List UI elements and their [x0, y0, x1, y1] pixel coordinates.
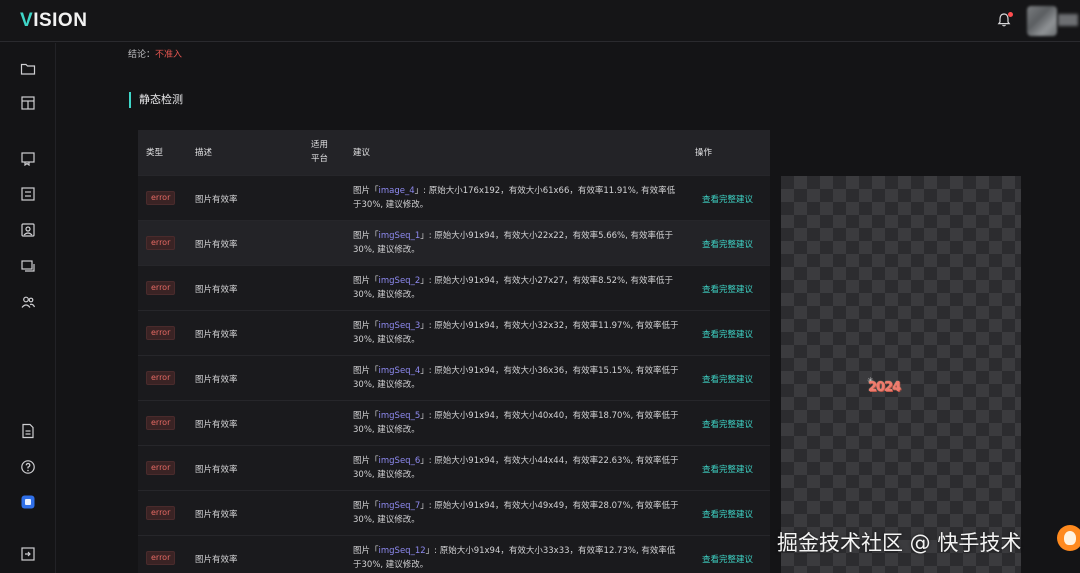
suggestion-prefix: 图片「: [353, 501, 379, 511]
table-row: error 图片有效率 图片「imgSeq_5」: 原始大小91x94，有效大小40…: [138, 400, 770, 445]
users-icon[interactable]: [20, 294, 36, 310]
error-badge: error: [146, 326, 176, 340]
table-row: error 图片有效率 图片「imgSeq_4」: 原始大小91x94，有效大小36…: [138, 355, 770, 400]
top-bar: VISION: [0, 0, 1080, 42]
app-badge-icon[interactable]: [20, 494, 36, 510]
error-badge: error: [146, 416, 176, 430]
layout-icon[interactable]: [20, 95, 36, 111]
asset-name-link[interactable]: imgSeq_2: [379, 276, 421, 286]
suggestion-prefix: 图片「: [353, 411, 379, 421]
layers-icon[interactable]: [20, 258, 36, 274]
watermark: 掘金技术社区 @ 快手技术: [777, 531, 1022, 555]
row-description: 图片有效率: [195, 555, 238, 565]
asset-name-link[interactable]: imgSeq_4: [379, 366, 421, 376]
avatar[interactable]: [1027, 6, 1057, 36]
error-badge: error: [146, 236, 176, 250]
app-logo[interactable]: VISION: [20, 10, 87, 32]
row-suggestion: 图片「imgSeq_1」: 原始大小91x94，有效大小22x22，有效率5.6…: [353, 229, 683, 257]
asset-name-link[interactable]: imgSeq_1: [379, 231, 421, 241]
view-full-suggestion-link[interactable]: 查看完整建议: [702, 418, 753, 430]
table-header: 类型 描述 适用 平台 建议 操作: [138, 130, 770, 175]
row-suggestion: 图片「imgSeq_5」: 原始大小91x94，有效大小40x40，有效率18.…: [353, 409, 683, 437]
asset-name-link[interactable]: imgSeq_12: [379, 546, 426, 556]
table-row: error 图片有效率 图片「imgSeq_3」: 原始大小91x94，有效大小32…: [138, 310, 770, 355]
preview-image-art: 2024: [868, 380, 901, 395]
error-badge: error: [146, 551, 176, 565]
view-full-suggestion-link[interactable]: 查看完整建议: [702, 553, 753, 565]
row-description: 图片有效率: [195, 195, 238, 205]
view-full-suggestion-link[interactable]: 查看完整建议: [702, 238, 753, 250]
conclusion-value: 不准入: [155, 50, 183, 60]
row-suggestion: 图片「imgSeq_6」: 原始大小91x94，有效大小44x44，有效率22.…: [353, 454, 683, 482]
row-suggestion: 图片「imgSeq_2」: 原始大小91x94，有效大小27x27，有效率8.5…: [353, 274, 683, 302]
help-icon[interactable]: [20, 459, 36, 475]
conclusion-label: 结论：: [128, 50, 156, 60]
section-title: 静态检测: [129, 92, 183, 108]
suggestion-prefix: 图片「: [353, 456, 379, 466]
asset-name-link[interactable]: imgSeq_3: [379, 321, 421, 331]
header-platform-2: 平台: [311, 154, 329, 164]
view-full-suggestion-link[interactable]: 查看完整建议: [702, 508, 753, 520]
table-row: error 图片有效率 图片「imgSeq_7」: 原始大小91x94，有效大小49…: [138, 490, 770, 535]
header-action: 操作: [695, 148, 713, 158]
sidebar: [0, 43, 56, 573]
error-badge: error: [146, 506, 176, 520]
document-icon[interactable]: [20, 423, 36, 439]
row-suggestion: 图片「image_4」: 原始大小176x192，有效大小61x66，有效率11…: [353, 184, 683, 212]
table-row: error 图片有效率 图片「imgSeq_1」: 原始大小91x94，有效大小22…: [138, 220, 770, 265]
error-badge: error: [146, 371, 176, 385]
view-full-suggestion-link[interactable]: 查看完整建议: [702, 283, 753, 295]
row-suggestion: 图片「imgSeq_3」: 原始大小91x94，有效大小32x32，有效率11.…: [353, 319, 683, 347]
row-suggestion: 图片「imgSeq_12」: 原始大小91x94，有效大小33x33，有效率12…: [353, 544, 683, 572]
suggestion-prefix: 图片「: [353, 366, 379, 376]
suggestion-prefix: 图片「: [353, 276, 379, 286]
form-icon[interactable]: [20, 186, 36, 202]
image-icon[interactable]: [20, 222, 36, 238]
logo-letter-v: V: [20, 10, 34, 31]
row-description: 图片有效率: [195, 240, 238, 250]
row-description: 图片有效率: [195, 285, 238, 295]
table-row: error 图片有效率 图片「image_4」: 原始大小176x192，有效大小6…: [138, 175, 770, 220]
watermark-logo: [1057, 525, 1080, 551]
suggestion-prefix: 图片「: [353, 321, 379, 331]
bookmark-icon[interactable]: [20, 150, 36, 166]
row-suggestion: 图片「imgSeq_7」: 原始大小91x94，有效大小49x49，有效率28.…: [353, 499, 683, 527]
suggestion-prefix: 图片「: [353, 186, 379, 196]
header-suggestion: 建议: [353, 148, 371, 158]
header-type: 类型: [146, 148, 164, 158]
header-desc: 描述: [195, 148, 213, 158]
row-description: 图片有效率: [195, 375, 238, 385]
view-full-suggestion-link[interactable]: 查看完整建议: [702, 193, 753, 205]
error-badge: error: [146, 191, 176, 205]
asset-name-link[interactable]: imgSeq_7: [379, 501, 421, 511]
suggestion-prefix: 图片「: [353, 546, 379, 556]
error-badge: error: [146, 281, 176, 295]
row-description: 图片有效率: [195, 510, 238, 520]
header-platform-1: 适用: [311, 140, 329, 150]
table-row: error 图片有效率 图片「imgSeq_12」: 原始大小91x94，有效大小3…: [138, 535, 770, 573]
table-row: error 图片有效率 图片「imgSeq_2」: 原始大小91x94，有效大小27…: [138, 265, 770, 310]
logout-icon[interactable]: [20, 546, 36, 562]
table-row: error 图片有效率 图片「imgSeq_6」: 原始大小91x94，有效大小44…: [138, 445, 770, 490]
view-full-suggestion-link[interactable]: 查看完整建议: [702, 463, 753, 475]
static-check-table: 类型 描述 适用 平台 建议 操作 error 图片有效率 图片「image_4」:…: [138, 130, 770, 573]
row-suggestion: 图片「imgSeq_4」: 原始大小91x94，有效大小36x36，有效率15.…: [353, 364, 683, 392]
row-description: 图片有效率: [195, 465, 238, 475]
row-description: 图片有效率: [195, 420, 238, 430]
error-badge: error: [146, 461, 176, 475]
logo-text: ISION: [33, 10, 88, 31]
view-full-suggestion-link[interactable]: 查看完整建议: [702, 328, 753, 340]
folder-icon[interactable]: [20, 61, 36, 77]
bell-icon[interactable]: [996, 12, 1014, 30]
asset-name-link[interactable]: imgSeq_6: [379, 456, 421, 466]
notification-dot: [1008, 12, 1013, 17]
row-description: 图片有效率: [195, 330, 238, 340]
image-preview: ✳ 2024: [781, 176, 1021, 573]
asset-name-link[interactable]: imgSeq_5: [379, 411, 421, 421]
suggestion-prefix: 图片「: [353, 231, 379, 241]
asset-name-link[interactable]: image_4: [379, 186, 415, 196]
conclusion: 结论：不准入: [128, 47, 182, 60]
view-full-suggestion-link[interactable]: 查看完整建议: [702, 373, 753, 385]
user-name-blurred: [1058, 14, 1078, 26]
